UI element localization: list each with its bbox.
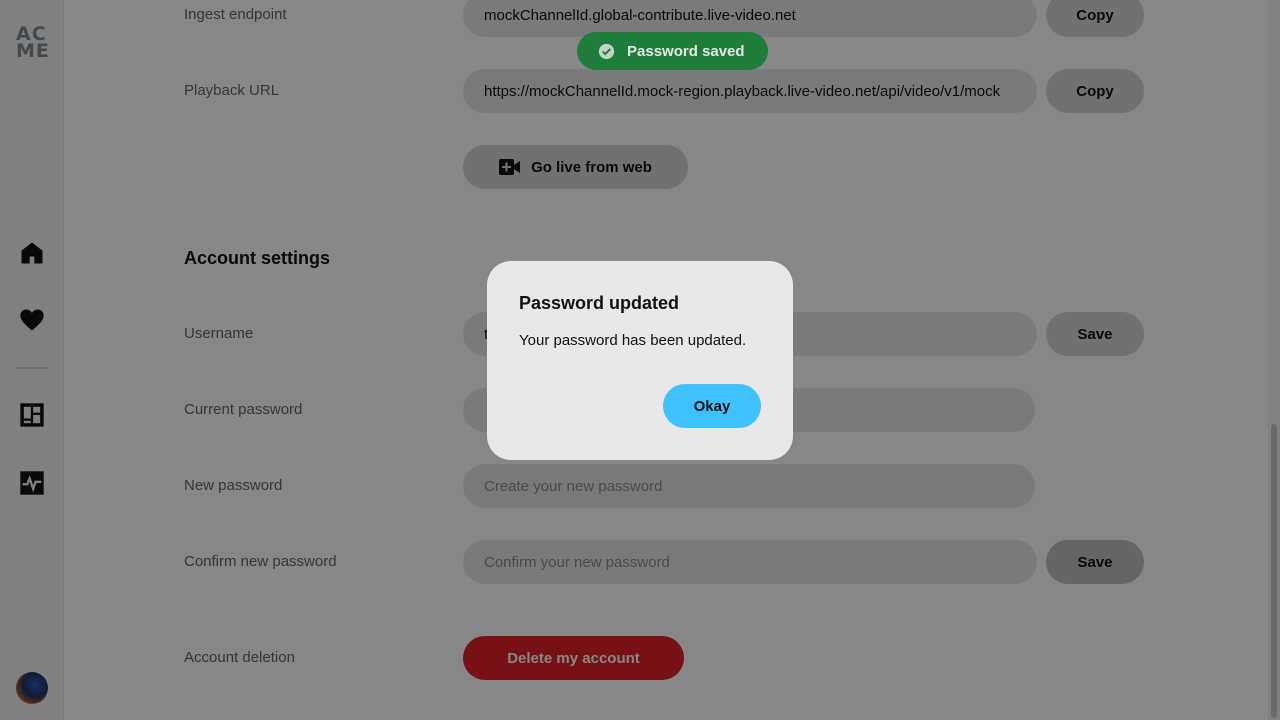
- check-circle-icon: [598, 43, 615, 59]
- toast-text: Password saved: [627, 42, 745, 60]
- success-toast: Password saved: [577, 32, 768, 70]
- password-updated-dialog: Password updated Your password has been …: [487, 261, 793, 460]
- dialog-title: Password updated: [519, 293, 680, 313]
- dialog-message: Your password has been updated.: [519, 332, 747, 349]
- okay-button[interactable]: Okay: [663, 384, 761, 428]
